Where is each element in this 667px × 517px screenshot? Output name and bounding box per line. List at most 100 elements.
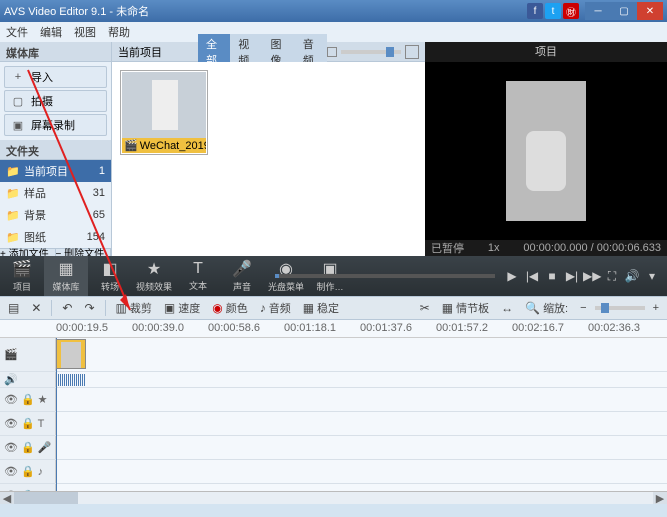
folder-count: 31 [93,187,105,199]
import-label: 导入 [31,69,53,85]
stop-button[interactable]: ■ [543,269,561,283]
storyboard-label: 情节板 [456,300,489,316]
minimize-button[interactable]: ─ [585,2,611,20]
folder-icon: 📁 [6,187,20,200]
eye-icon[interactable]: 👁 [4,465,18,478]
folders-title: 文件夹 [0,140,111,160]
color-button[interactable]: ◉颜色 [208,298,251,318]
delete-icon: ✕ [31,301,41,315]
ruler-tick: 00:02:36.3 [588,322,640,334]
speed-button[interactable]: ▣速度 [160,298,204,318]
audio-button[interactable]: ♪音频 [256,298,295,318]
ruler-tick: 00:00:58.6 [208,322,260,334]
play-button[interactable]: ▶ [503,269,521,283]
undo-button[interactable]: ↶ [58,299,76,317]
eye-icon[interactable]: 👁 [4,393,18,406]
audio-clip[interactable] [56,374,86,386]
menu-file[interactable]: 文件 [6,24,28,40]
fullscreen-button[interactable]: ⛶ [603,269,621,284]
storyboard-button[interactable]: ▦情节板 [438,298,493,318]
ruler-tick: 00:01:37.6 [360,322,412,334]
social-icons: f t ㊖ [527,3,579,19]
eye-icon[interactable]: 👁 [4,441,18,454]
effect-track-icon: ★ [38,393,48,406]
scroll-left-button[interactable]: ◀ [0,492,14,504]
zoom-out-button[interactable]: − [576,300,590,316]
volume-button[interactable]: 🔊 [623,269,641,283]
ruler-tick: 00:01:18.1 [284,322,336,334]
cut-button[interactable]: ▥裁剪 [112,298,156,318]
zoom-in-button[interactable]: + [649,300,663,316]
mode-label: 媒体库 [52,280,79,293]
timeline-scrollbar[interactable]: ◀ ▶ [0,491,667,504]
folder-count: 154 [87,231,105,243]
lock-icon[interactable]: 🔒 [21,441,35,454]
preview-area[interactable] [425,62,667,240]
mode-button[interactable]: 🎬项目 [0,256,44,296]
mode-label: 声音 [233,280,251,293]
mode-label: 视频效果 [136,280,172,293]
ruler-tick: 00:00:39.0 [132,322,184,334]
preview-status: 已暂停 [431,240,464,256]
mode-button[interactable]: T文本 [176,256,220,296]
zoom-slider[interactable] [595,306,645,310]
redo-button[interactable]: ↷ [80,299,98,317]
zoom-icon: 🔍 [525,301,540,315]
more-button[interactable]: ▾ [643,269,661,283]
music-track-icon: ♪ [38,466,44,478]
lock-icon[interactable]: 🔒 [21,393,35,406]
audio-track[interactable] [56,372,667,387]
split-button[interactable]: ✂ [416,299,434,317]
mode-button[interactable]: ◧转场 [88,256,132,296]
folder-item[interactable]: 📁背景65 [0,204,111,226]
timeline-ruler[interactable]: 00:00:19.500:00:39.000:00:58.600:01:18.1… [0,320,667,338]
menu-edit[interactable]: 编辑 [40,24,62,40]
voice-track[interactable] [56,436,667,459]
lock-icon[interactable]: 🔒 [21,465,35,478]
end-button[interactable]: ▶▶ [583,269,601,283]
fit-icon: ↔ [501,301,513,315]
video-clip[interactable] [56,339,86,369]
menu-help[interactable]: 帮助 [108,24,130,40]
video-track[interactable] [56,338,667,371]
folder-item[interactable]: 📁当前项目1 [0,160,111,182]
music-track[interactable] [56,460,667,483]
close-button[interactable]: ✕ [637,2,663,20]
mode-label: 文本 [189,279,207,292]
seek-bar[interactable] [275,274,495,278]
thumbnail-size-slider[interactable] [327,45,419,59]
text-track[interactable] [56,412,667,435]
folder-item[interactable]: 📁样品31 [0,182,111,204]
facebook-icon[interactable]: f [527,3,543,19]
menu-view[interactable]: 视图 [74,24,96,40]
timeline[interactable]: 🎬 🔊 👁🔒★ 👁🔒T 👁🔒🎤 👁🔒♪ 👁🔒▢ ◀ ▶ [0,338,667,504]
record-button[interactable]: ▣屏幕录制 [4,114,107,136]
import-button[interactable]: + 导入 [4,66,107,88]
mode-button[interactable]: 🎤声音 [220,256,264,296]
speed-icon: ▣ [164,301,175,315]
mode-button[interactable]: ★视频效果 [132,256,176,296]
mode-icon: ★ [147,259,161,279]
eye-icon[interactable]: 👁 [4,417,18,430]
mode-icon: T [193,260,203,278]
record-label: 屏幕录制 [31,117,75,133]
weibo-icon[interactable]: ㊖ [563,3,579,19]
plus-icon: + [11,71,25,83]
next-frame-button[interactable]: ▶| [563,269,581,283]
fit-button[interactable]: ↔ [497,299,517,317]
preview-title: 项目 [425,42,667,62]
prev-frame-button[interactable]: |◀ [523,269,541,283]
capture-button[interactable]: ▢拍摄 [4,90,107,112]
maximize-button[interactable]: ▢ [611,2,637,20]
effect-track[interactable] [56,388,667,411]
stabilize-button[interactable]: ▦稳定 [299,298,343,318]
lock-icon[interactable]: 🔒 [21,417,35,430]
mode-button[interactable]: ▦媒体库 [44,256,88,296]
scroll-right-button[interactable]: ▶ [653,492,667,504]
twitter-icon[interactable]: t [545,3,561,19]
folder-name: 当前项目 [24,163,68,179]
delete-button[interactable]: ✕ [27,299,45,317]
timeline-view-button[interactable]: ▤ [4,299,23,317]
speed-label: 速度 [178,300,200,316]
media-clip[interactable]: 🎬WeChat_20190507… [120,70,208,155]
